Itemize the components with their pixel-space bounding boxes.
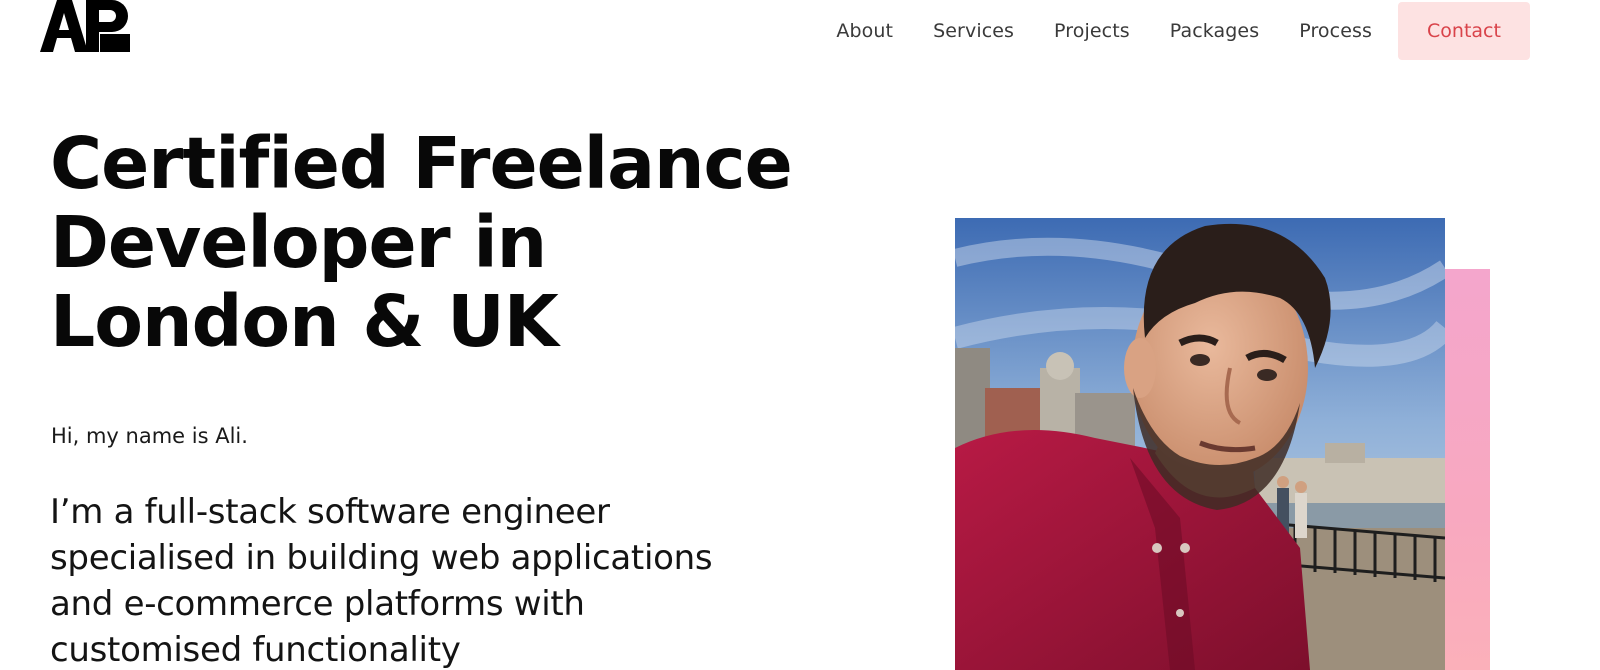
hero-title-line: Certified Freelance bbox=[50, 122, 793, 205]
nav-projects[interactable]: Projects bbox=[1054, 20, 1130, 42]
hero-greeting: Hi, my name is Ali. bbox=[51, 424, 248, 448]
decorative-pink-block bbox=[1440, 269, 1490, 670]
hero-title-line: Developer in bbox=[50, 201, 547, 284]
profile-photo bbox=[955, 218, 1445, 670]
tagline-line: I’m a full-stack software engineer bbox=[50, 492, 610, 532]
hero-title: Certified Freelance Developer in London … bbox=[50, 124, 810, 361]
hero-title-line: London & UK bbox=[50, 280, 559, 363]
contact-button[interactable]: Contact bbox=[1398, 2, 1530, 60]
ap-monogram-logo bbox=[40, 0, 130, 52]
main-nav: About Services Projects Packages Process… bbox=[836, 2, 1530, 60]
tagline-line: and e-commerce platforms with bbox=[50, 584, 585, 624]
nav-services[interactable]: Services bbox=[933, 20, 1014, 42]
site-logo[interactable] bbox=[40, 0, 130, 52]
tagline-line: specialised in building web applications bbox=[50, 538, 713, 578]
hero-tagline: I’m a full-stack software engineer speci… bbox=[50, 489, 810, 670]
profile-photo-illustration bbox=[955, 218, 1445, 670]
nav-about[interactable]: About bbox=[836, 20, 893, 42]
nav-packages[interactable]: Packages bbox=[1170, 20, 1259, 42]
tagline-line: customised functionality bbox=[50, 630, 461, 670]
nav-process[interactable]: Process bbox=[1299, 20, 1372, 42]
